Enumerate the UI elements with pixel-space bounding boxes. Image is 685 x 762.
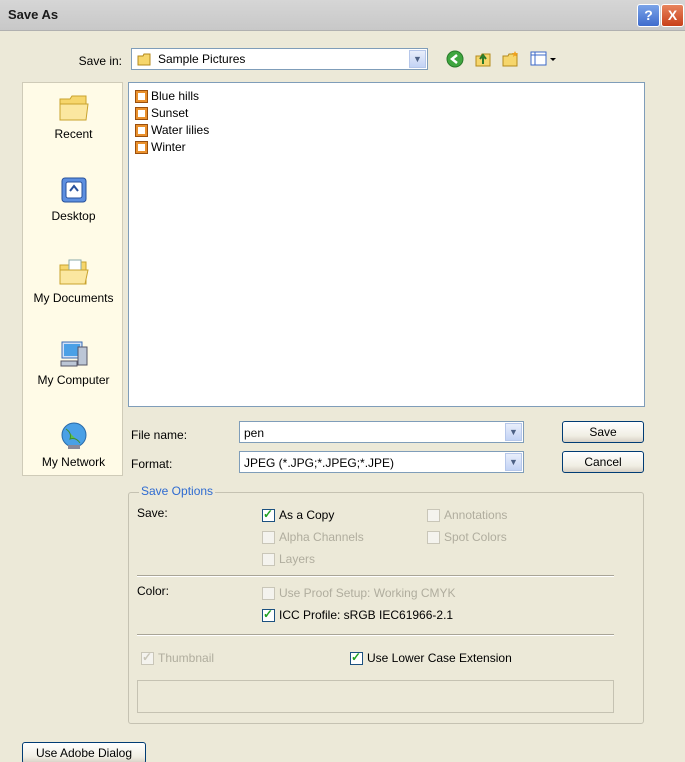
my-network-icon: [61, 422, 86, 449]
layers-checkbox: Layers: [262, 552, 315, 568]
format-label: Format:: [131, 457, 173, 471]
place-recent[interactable]: Recent: [23, 93, 124, 141]
desktop-icon: [61, 177, 86, 203]
checkbox-box[interactable]: [350, 650, 363, 666]
format-dropdown[interactable]: JPEG (*.JPG;*.JPEG;*.JPE) ▼: [239, 451, 524, 473]
checkbox-label: Thumbnail: [158, 651, 215, 665]
save-as-dialog: Save As ? X Save in: Sample Pictures ▼ R…: [0, 0, 685, 762]
checkbox-label: Spot Colors: [444, 530, 507, 544]
checkbox-label: ICC Profile: sRGB IEC61966-2.1: [279, 608, 454, 622]
place-my-network[interactable]: My Network: [23, 421, 124, 469]
checkbox-box[interactable]: [262, 607, 275, 623]
lower-case-extension-checkbox[interactable]: Use Lower Case Extension: [350, 650, 512, 667]
title-bar[interactable]: Save As ? X: [0, 0, 685, 31]
checkbox-label: Use Lower Case Extension: [367, 651, 512, 665]
place-desktop[interactable]: Desktop: [23, 175, 124, 223]
save-button[interactable]: Save: [562, 421, 644, 443]
thumbnail-checkbox: Thumbnail: [141, 650, 215, 667]
file-name: Blue hills: [151, 89, 200, 103]
color-label: Color:: [137, 584, 170, 598]
checkbox-label: As a Copy: [279, 508, 335, 522]
place-label: My Network: [41, 455, 106, 469]
image-file-icon: [135, 90, 148, 104]
file-name: Water lilies: [151, 123, 210, 137]
icc-profile-checkbox[interactable]: ICC Profile: sRGB IEC61966-2.1: [262, 607, 454, 624]
save-label: Save:: [137, 506, 168, 520]
my-computer-icon: [60, 341, 87, 367]
image-file-icon: [135, 141, 148, 155]
list-item[interactable]: Water lilies: [135, 122, 209, 138]
file-name: Sunset: [151, 106, 189, 120]
file-list[interactable]: Blue hills Sunset Water lilies Winter: [128, 82, 645, 407]
alpha-channels-checkbox: Alpha Channels: [262, 530, 364, 546]
place-label: Desktop: [51, 209, 96, 223]
checkbox-box: [141, 650, 154, 666]
checkbox-label: Alpha Channels: [279, 530, 364, 544]
save-in-value: Sample Pictures: [158, 52, 246, 66]
places-bar: Recent Desktop My Documents My Computer …: [22, 82, 123, 476]
spot-colors-checkbox: Spot Colors: [427, 530, 507, 546]
description-box: [137, 680, 614, 713]
file-name: Winter: [151, 140, 186, 154]
place-my-computer[interactable]: My Computer: [23, 339, 124, 387]
toolbar-icons: [446, 50, 566, 70]
save-in-dropdown[interactable]: Sample Pictures ▼: [131, 48, 428, 70]
file-name-field[interactable]: pen ▼: [239, 421, 524, 443]
save-options-legend: Save Options: [139, 484, 216, 498]
new-folder-icon[interactable]: [502, 50, 520, 68]
chevron-down-icon[interactable]: ▼: [409, 50, 426, 68]
divider: [137, 634, 614, 636]
use-adobe-dialog-button[interactable]: Use Adobe Dialog: [22, 742, 146, 762]
checkbox-box: [262, 553, 275, 567]
recent-folder-icon: [59, 95, 89, 121]
place-my-documents[interactable]: My Documents: [23, 257, 124, 305]
checkbox-box: [262, 531, 275, 545]
as-a-copy-checkbox[interactable]: As a Copy: [262, 507, 335, 524]
annotations-checkbox: Annotations: [427, 508, 507, 524]
checkbox-label: Layers: [279, 552, 316, 566]
image-file-icon: [135, 124, 148, 138]
checkbox-box: [427, 531, 440, 545]
chevron-down-icon[interactable]: ▼: [505, 423, 522, 441]
file-name-label: File name:: [131, 428, 188, 442]
cancel-button[interactable]: Cancel: [562, 451, 644, 473]
back-icon[interactable]: [446, 50, 464, 68]
my-documents-icon: [59, 259, 89, 285]
close-button[interactable]: X: [661, 4, 684, 27]
save-in-label: Save in:: [78, 54, 122, 68]
checkbox-label: Use Proof Setup: Working CMYK: [279, 586, 456, 600]
up-folder-icon[interactable]: [474, 50, 492, 68]
place-label: Recent: [54, 127, 93, 141]
use-proof-setup-checkbox: Use Proof Setup: Working CMYK: [262, 586, 456, 602]
chevron-down-icon[interactable]: ▼: [505, 453, 522, 471]
help-button[interactable]: ?: [637, 4, 660, 27]
checkbox-box: [262, 587, 275, 601]
checkbox-box: [427, 509, 440, 523]
window-title: Save As: [8, 7, 59, 22]
image-file-icon: [135, 107, 148, 121]
list-item[interactable]: Winter: [135, 139, 186, 155]
checkbox-label: Annotations: [444, 508, 508, 522]
place-label: My Computer: [37, 373, 110, 387]
view-menu-icon[interactable]: [530, 50, 558, 68]
file-name-value: pen: [244, 426, 265, 440]
list-item[interactable]: Sunset: [135, 105, 188, 121]
divider: [137, 575, 614, 577]
place-label: My Documents: [33, 291, 114, 305]
list-item[interactable]: Blue hills: [135, 88, 199, 104]
checkbox-box[interactable]: [262, 507, 275, 523]
format-value: JPEG (*.JPG;*.JPEG;*.JPE): [244, 456, 395, 470]
folder-icon: [137, 53, 151, 66]
